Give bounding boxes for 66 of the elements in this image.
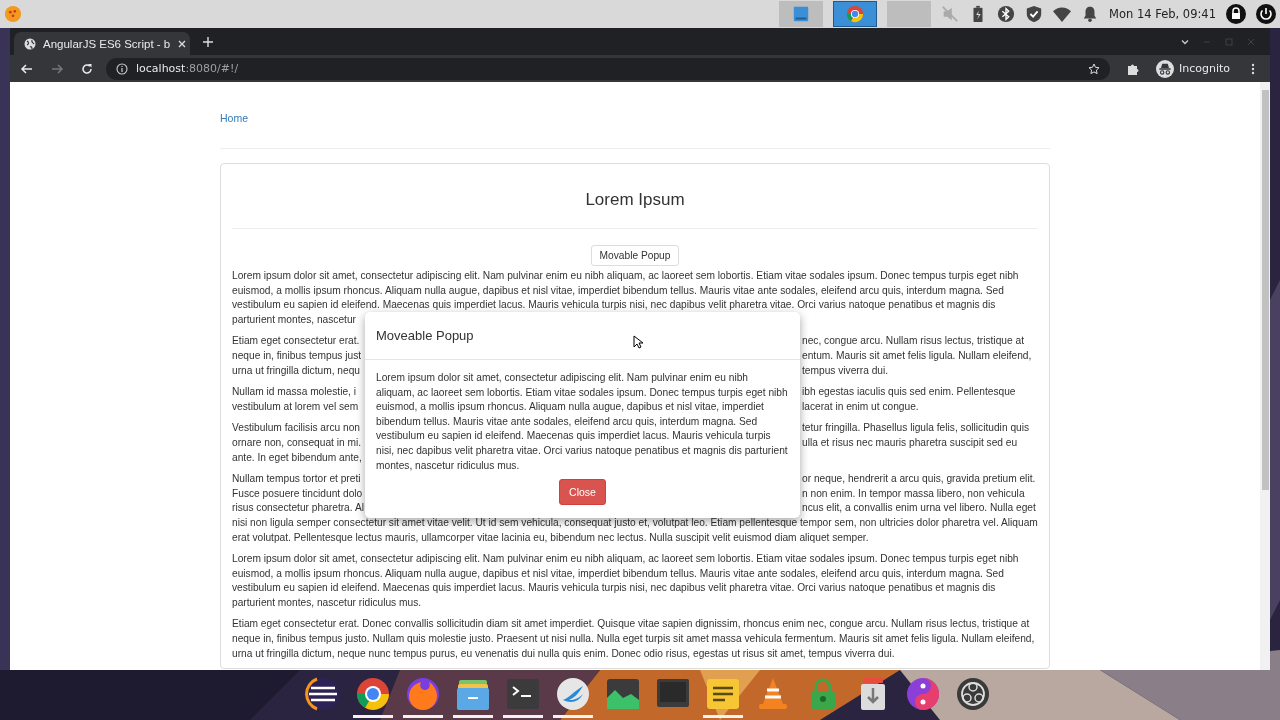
- scrollbar[interactable]: [1260, 82, 1270, 670]
- text-line: Nullam tempus tortor et preti: [232, 472, 362, 487]
- incognito-icon: [1155, 59, 1174, 78]
- text-line: ulla et risus nec mauris pharetra suscipit sed eu: [802, 435, 1019, 450]
- text-line: parturient montes, nascetur: [232, 312, 356, 327]
- text-line: Nullam id massa molestie, i: [232, 385, 357, 400]
- movable-popup-button[interactable]: Movable Popup: [590, 245, 680, 266]
- globe-icon: [24, 37, 36, 50]
- shield-icon[interactable]: [1025, 5, 1043, 23]
- bell-icon[interactable]: [1081, 5, 1099, 23]
- popup-title: Moveable Popup: [376, 328, 474, 343]
- text-line: tetur fringilla. Phasellus ligula felis, sollicitudin quis: [802, 421, 1031, 436]
- text-line: Vestibulum facilisis arcu non: [232, 421, 361, 436]
- bluetooth-icon[interactable]: [997, 5, 1015, 23]
- clock[interactable]: Mon 14 Feb, 09:41: [1109, 7, 1216, 21]
- reload-icon[interactable]: [80, 61, 94, 76]
- text-line: Etiam eget consectetur erat.: [232, 334, 361, 349]
- popup-text: Lorem ipsum dolor sit amet, consectetur adipiscing elit. Nam pulvinar enim eu nibh aliquam, ac laoreet sem lobortis. Etiam vitae sodales ipsum. Donec tempus turpis eget nibh euismod, a mollis ipsum rhoncus. Aliquam nulla augue, dapibus et nisl vitae, imperdiet bibendum tellus. Mauris vitae ante sodales, eleifend arcu quis, interdum magna. Sed vestibulum eu sapien id eleifend. Maecenas quis imperdiet lacus. Mauris vehicula turpis nisi, nec dapibus velit pharetra vitae. Orci varius natoque penatibus et magnis dis parturient montes, nascetur ridiculus mus.: [375, 371, 789, 473]
- text-line: urna ut fringilla dictum, nequ: [232, 363, 361, 378]
- text-line: parturient montes, nascetur ridiculus mus.: [232, 595, 422, 610]
- text-line: entum. Mauris sit amet felis ligula. Nullam eleifend,: [802, 348, 1033, 363]
- text-line: urna ut fringilla dictum, neque nunc tempus purus, eu venenatis dui nulla quis enim. Donec odio risus, egestas ut risus sit amet, tempus viverra dui.: [232, 646, 895, 661]
- text-line: neque in, finibus tempus justo. Nullam quis molestie justo. Praesent ut nisi nulla. Nulla eget turpis sit amet massa vehicula fermentum. Mauris sit amet felis ligula. Nullam eleifend,: [232, 632, 1035, 647]
- text-line: nisi non ligula semper consectetur sit amet vitae velit. Ut id sem vehicula, consequat justo et, volutpat leo. Etiam pellentesque tempor sem, non ultricies dolor pharetra vel. Aliquam: [232, 515, 1038, 530]
- info-icon: [116, 62, 128, 75]
- padlock-icon[interactable]: [1226, 4, 1246, 24]
- wifi-icon[interactable]: [1053, 5, 1071, 23]
- text-line: risus consectetur pharetra. Al: [232, 501, 365, 516]
- text-line: vestibulum eu sapien id eleifend. Maecenas quis imperdiet lacus. Mauris vehicula turpis nisi, nec dapibus velit pharetra vitae. Orci varius natoque penatibus et magnis dis: [232, 298, 996, 313]
- star-icon[interactable]: [1087, 62, 1100, 75]
- address-field[interactable]: localhost:8080/#!/: [106, 57, 1110, 80]
- text-line: ibh egestas iaculis quis sed enim. Pellentesque: [802, 385, 1017, 400]
- url-text: localhost:8080/#!/: [136, 62, 239, 75]
- text-line: Lorem ipsum dolor sit amet, consectetur adipiscing elit. Nam pulvinar enim eu nibh aliquam, ac laoreet sem lobortis. Etiam vitae sodales ipsum. Donec tempus turpis eget nibh: [232, 552, 1019, 567]
- text-line: tempus viverra dui.: [802, 363, 890, 378]
- text-line: Fusce posuere tincidunt dolo: [232, 486, 364, 501]
- browser-icon: [846, 5, 864, 23]
- power-icon[interactable]: [1256, 4, 1276, 24]
- text-line: n non enim. In tempor massa libero, non vehicula: [802, 486, 1026, 501]
- incognito-profile-button[interactable]: Incognito: [1155, 59, 1230, 78]
- panel-title: Lorem Ipsum: [232, 164, 1038, 229]
- text-line: euismod, a mollis ipsum rhoncus. Aliquam nulla augue, dapibus et nisl vitae, imperdiet bibendum tellus. Mauris vitae ante sodales, eleifend arcu quis, interdum magna. Sed: [232, 566, 1004, 581]
- text-line: neque in, finibus tempus just: [232, 348, 363, 363]
- browser-tab[interactable]: AngularJS ES6 Script - b: [14, 32, 190, 55]
- new-tab-icon[interactable]: [202, 35, 214, 48]
- text-line: ncus elit, a convallis enim urna vel libero. Nulla eget: [802, 501, 1037, 516]
- text-line: ante. In eget bibendum ante,: [232, 450, 362, 465]
- text-line: vestibulum at lorem vel sem: [232, 399, 360, 414]
- taskbar-window[interactable]: [833, 1, 877, 27]
- text-line: nec, congue arcu. Nullam risus lectus, tristique at: [802, 334, 1025, 349]
- text-line: Lorem ipsum dolor sit amet, consectetur adipiscing elit. Nam pulvinar enim eu nibh aliquam, ac laoreet sem lobortis. Etiam vitae sodales ipsum. Donec tempus turpis eget nibh: [232, 269, 1019, 283]
- back-arrow-icon[interactable]: [20, 61, 34, 76]
- close-button[interactable]: Close: [559, 479, 606, 506]
- monitor-icon: [792, 5, 810, 23]
- popup-dialog[interactable]: [365, 312, 800, 518]
- cursor-icon: [633, 335, 643, 349]
- ball-icon[interactable]: [4, 5, 22, 23]
- home-link[interactable]: Home: [220, 112, 248, 124]
- text-line: or neque, hendrerit a arcu quis, gravida pretium elit.: [802, 472, 1037, 487]
- text-line: lacerat in enim ut congue.: [802, 399, 920, 414]
- text-line: erat volutpat. Pellentesque lectus mauris, ullamcorper vitae lacinia eu, bibendum nec lectus. Nulla suscipit velit euismod diam aliquet semper.: [232, 530, 869, 545]
- text-line: vestibulum eu sapien id eleifend. Maecenas quis imperdiet lacus. Mauris vehicula turpis nisi, nec dapibus velit pharetra vitae. Orci varius natoque penatibus et magnis dis: [232, 581, 996, 596]
- close-icon[interactable]: [177, 38, 188, 49]
- text-line: ornare non, consequat in mi.: [232, 435, 363, 450]
- text-line: euismod, a mollis ipsum rhoncus. Aliquam nulla augue, dapibus et nisl vitae, imperdiet bibendum tellus. Mauris vitae ante sodales, eleifend arcu quis, interdum magna. Sed: [232, 283, 1004, 298]
- text-line: Etiam eget consectetur erat. Donec convallis sollicitudin diam sit amet imperdiet. Quisque vitae sapien dignissim, rhoncus enim nec, congue arcu. Nullam risus lectus, tristique at: [232, 617, 1030, 632]
